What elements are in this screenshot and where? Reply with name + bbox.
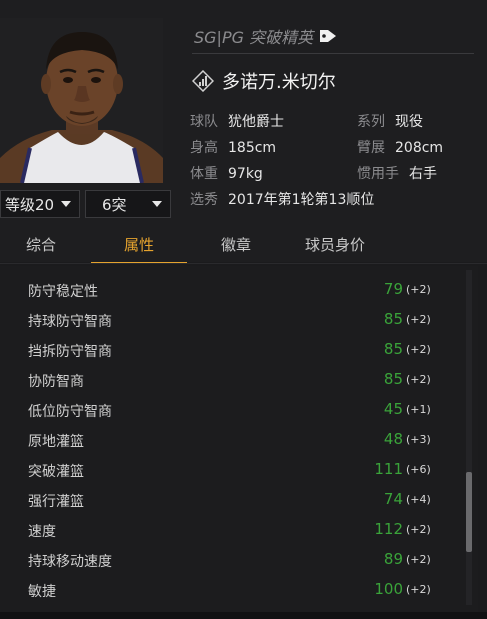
- scrollbar-thumb[interactable]: [466, 472, 472, 552]
- info-value: 现役: [395, 114, 423, 130]
- attribute-name: 协防智商: [28, 374, 84, 390]
- attribute-name: 速度: [28, 524, 56, 540]
- position-archetype: SG|PG 突破精英: [194, 24, 337, 48]
- attribute-row: 防守稳定性 79 (+2): [0, 276, 460, 306]
- attribute-value: 85: [383, 370, 403, 388]
- scrollbar-track[interactable]: [466, 270, 472, 605]
- attribute-row: 强行灌篮 74 (+4): [0, 486, 460, 516]
- info-height: 身高 185cm: [190, 137, 276, 157]
- attribute-name: 原地灌篮: [28, 434, 84, 450]
- attribute-value: 111: [374, 460, 403, 478]
- panel-bottom-edge: [0, 612, 487, 619]
- attribute-row: 敏捷 100 (+2): [0, 576, 460, 606]
- tab-player-value[interactable]: 球员身价: [290, 228, 380, 264]
- attribute-row: 速度 112 (+2): [0, 516, 460, 546]
- attribute-delta: (+2): [406, 553, 431, 566]
- attribute-delta: (+2): [406, 373, 431, 386]
- info-value: 2017年第1轮第13顺位: [228, 192, 375, 208]
- attribute-value: 85: [383, 310, 403, 328]
- attribute-name: 防守稳定性: [28, 284, 98, 300]
- player-header: 等级20 6突 SG|PG 突破精英 多诺万.米切尔 球队 犹他爵士 系列 现役 身…: [0, 0, 487, 262]
- attribute-row: 协防智商 85 (+2): [0, 366, 460, 396]
- attribute-delta: (+2): [406, 343, 431, 356]
- caret-down-icon: [152, 201, 162, 207]
- info-label: 选秀: [190, 192, 218, 208]
- attribute-delta: (+6): [406, 463, 431, 476]
- attribute-delta: (+2): [406, 313, 431, 326]
- caret-down-icon: [61, 201, 71, 207]
- attribute-delta: (+4): [406, 493, 431, 506]
- attribute-delta: (+2): [406, 583, 431, 596]
- info-label: 臂展: [357, 140, 385, 156]
- info-label: 球队: [190, 114, 218, 130]
- attribute-value: 79: [383, 280, 403, 298]
- player-portrait: [0, 18, 163, 183]
- info-wingspan: 臂展 208cm: [357, 137, 443, 157]
- attribute-row: 原地灌篮 48 (+3): [0, 426, 460, 456]
- signal-badge-icon: [192, 70, 214, 92]
- header-divider: [192, 53, 474, 54]
- info-hand: 惯用手 右手: [357, 163, 437, 183]
- info-value: 97kg: [228, 166, 263, 182]
- attribute-delta: (+1): [406, 403, 431, 416]
- attribute-value: 89: [383, 550, 403, 568]
- attribute-name: 低位防守智商: [28, 404, 112, 420]
- attribute-delta: (+2): [406, 523, 431, 536]
- info-label: 体重: [190, 166, 218, 182]
- attribute-list[interactable]: 防守稳定性 79 (+2) 持球防守智商 85 (+2) 挡拆防守智商 85 (…: [0, 266, 478, 619]
- attribute-name: 突破灌篮: [28, 464, 84, 480]
- attribute-name: 持球移动速度: [28, 554, 112, 570]
- info-label: 身高: [190, 140, 218, 156]
- breakthrough-dropdown[interactable]: 6突: [85, 190, 171, 218]
- info-label: 系列: [357, 114, 385, 130]
- level-dropdown[interactable]: 等级20: [0, 190, 80, 218]
- attribute-value: 74: [383, 490, 403, 508]
- attribute-row: 突破灌篮 111 (+6): [0, 456, 460, 486]
- tab-attributes[interactable]: 属性: [91, 228, 187, 264]
- attribute-row: 持球移动速度 89 (+2): [0, 546, 460, 576]
- level-dropdown-value: 等级20: [5, 195, 55, 214]
- breakthrough-dropdown-value: 6突: [102, 195, 127, 214]
- tab-bar: 综合 属性 徽章 球员身价: [0, 228, 487, 264]
- attribute-value: 48: [383, 430, 403, 448]
- attribute-value: 45: [383, 400, 403, 418]
- attribute-name: 敏捷: [28, 584, 56, 600]
- info-label: 惯用手: [357, 166, 399, 182]
- info-value: 185cm: [228, 140, 277, 156]
- attribute-row: 低位防守智商 45 (+1): [0, 396, 460, 426]
- player-name-row: 多诺万.米切尔: [192, 68, 336, 94]
- position-archetype-text: SG|PG 突破精英: [194, 28, 314, 47]
- attribute-value: 100: [374, 580, 403, 598]
- attribute-name: 持球防守智商: [28, 314, 112, 330]
- attribute-delta: (+3): [406, 433, 431, 446]
- info-weight: 体重 97kg: [190, 163, 263, 183]
- attribute-name: 强行灌篮: [28, 494, 84, 510]
- attribute-row: 挡拆防守智商 85 (+2): [0, 336, 460, 366]
- player-name: 多诺万.米切尔: [222, 72, 336, 93]
- info-series: 系列 现役: [357, 111, 423, 131]
- tab-overview[interactable]: 综合: [8, 228, 74, 264]
- tab-badges[interactable]: 徽章: [200, 228, 272, 264]
- attribute-row: 持球防守智商 85 (+2): [0, 306, 460, 336]
- info-value: 208cm: [395, 140, 444, 156]
- info-value: 右手: [409, 166, 437, 182]
- tag-icon: [320, 30, 337, 42]
- tab-divider: [0, 263, 487, 264]
- info-team: 球队 犹他爵士: [190, 111, 284, 131]
- attribute-value: 112: [374, 520, 403, 538]
- attribute-value: 85: [383, 340, 403, 358]
- info-value: 犹他爵士: [228, 114, 284, 130]
- attribute-delta: (+2): [406, 283, 431, 296]
- attribute-name: 挡拆防守智商: [28, 344, 112, 360]
- info-draft: 选秀 2017年第1轮第13顺位: [190, 189, 374, 209]
